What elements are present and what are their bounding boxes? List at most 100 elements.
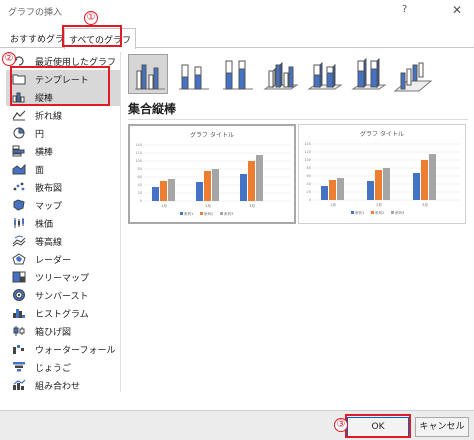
x-tick: 1月 [330,202,336,207]
map-chart-icon [13,199,25,211]
sidebar-item-label: 株価 [35,219,54,230]
sidebar-item-line[interactable]: 折れ線 [6,106,120,124]
subtype-percent-stacked-column[interactable] [216,54,256,94]
sidebar-item-label: 散布図 [35,183,63,194]
sidebar-item-label: 円 [35,129,45,140]
sidebar-item-scatter[interactable]: 散布図 [6,178,120,196]
bar-series2-jan [329,180,336,200]
sidebar-item-waterfall[interactable]: ウォーターフォール [6,340,120,358]
sidebar-item-radar[interactable]: レーダー [6,250,120,268]
y-tick: 40 [138,183,142,187]
sidebar-item-funnel[interactable]: じょうご [6,358,120,376]
callout-number-3: ③ [334,418,348,432]
y-tick: 120 [135,151,142,155]
preview-chart-svg: グラフ タイトル 140 120 100 80 60 40 20 0 1月 2月 [135,131,290,216]
sidebar-item-label: ヒストグラム [35,309,89,320]
sidebar-item-label: ウォーターフォール [35,345,116,356]
sidebar-item-label: 最近使用したグラフ [35,57,117,68]
sidebar-item-area[interactable]: 面 [6,160,120,178]
bar-series1-mar [413,173,420,200]
subtype-clustered-column[interactable] [128,54,168,94]
tab-bar: おすすめグラフ すべてのグラフ [0,26,474,49]
subtype-stacked-column[interactable] [172,54,212,94]
preview-title: グラフ タイトル [360,130,404,138]
tab-all-charts[interactable]: すべてのグラフ [64,28,137,49]
help-button[interactable]: ? [402,4,407,15]
sidebar-item-histogram[interactable]: ヒストグラム [6,304,120,322]
sidebar-item-label: マップ [35,201,63,212]
sidebar-item-treemap[interactable]: ツリーマップ [6,268,120,286]
3d-percent-stacked-column-icon [351,57,387,90]
bar-series2-mar [248,161,255,201]
y-tick: 100 [304,158,311,162]
subtype-3d-column[interactable] [392,54,433,94]
template-folder-icon [12,74,26,85]
y-tick: 0 [309,198,311,202]
sidebar-item-label: 等高線 [35,237,63,248]
bar-series3-jan [168,179,175,201]
bar-series1-jan [321,186,328,200]
line-chart-icon [12,110,26,121]
scatter-chart-icon [13,182,25,191]
subtype-3d-stacked-column[interactable] [304,54,344,94]
area-chart-icon [12,163,26,175]
callout-number-2: ② [2,52,16,66]
close-button[interactable]: ✕ [452,3,462,17]
sidebar-item-label: 箱ひげ図 [35,327,72,338]
ok-button[interactable]: OK [347,417,409,437]
dialog-footer: OK キャンセル [0,410,474,440]
y-tick: 100 [135,159,142,163]
sidebar-item-bar[interactable]: 横棒 [6,142,120,160]
x-tick: 2月 [205,203,211,208]
bar-series1-jan [152,187,159,201]
panel-divider [120,52,121,392]
bar-series3-mar [256,155,263,201]
sidebar-item-label: 縦棒 [35,93,54,104]
3d-stacked-column-icon [307,61,343,90]
stock-chart-icon [14,218,24,228]
legend-series3: 系列3 [395,210,404,215]
chart-preview-2[interactable]: グラフ タイトル 140 120 100 80 60 40 20 0 1月 2月 [298,124,466,224]
x-tick: 1月 [161,203,167,208]
subtype-3d-percent-stacked-column[interactable] [348,54,388,94]
sidebar-item-combo[interactable]: 組み合わせ [6,376,120,394]
sidebar-item-template[interactable]: テンプレート [6,70,120,88]
subtype-3d-clustered-column[interactable] [260,54,300,94]
funnel-icon [13,362,25,372]
sidebar-item-stock[interactable]: 株価 [6,214,120,232]
sidebar-item-map[interactable]: マップ [6,196,120,214]
legend-series3: 系列3 [224,211,233,216]
3d-column-icon [393,62,433,92]
sidebar-item-label: ツリーマップ [35,273,90,284]
sidebar-item-box-whisker[interactable]: 箱ひげ図 [6,322,120,340]
stacked-column-icon [179,64,209,90]
bar-series2-jan [160,181,167,201]
waterfall-icon [13,345,24,354]
sidebar-item-sunburst[interactable]: サンバースト [6,286,120,304]
chart-subtype-heading: 集合縦棒 [128,100,468,120]
cancel-button[interactable]: キャンセル [415,417,469,437]
x-tick: 3月 [422,202,428,207]
y-tick: 60 [307,174,311,178]
callout-number-1: ① [84,11,98,25]
sidebar-item-column[interactable]: 縦棒 [6,88,120,106]
bar-chart-icon [12,145,25,157]
y-tick: 80 [138,167,142,171]
sidebar-item-surface[interactable]: 等高線 [6,232,120,250]
bar-series3-feb [383,168,390,200]
combo-chart-icon [13,379,26,390]
y-tick: 20 [138,191,142,195]
y-tick: 60 [138,175,142,179]
preview-chart-svg: グラフ タイトル 140 120 100 80 60 40 20 0 1月 2月 [304,130,461,215]
bar-series1-feb [196,182,203,201]
x-tick: 3月 [249,203,255,208]
box-whisker-icon [13,326,25,336]
sidebar-item-pie[interactable]: 円 [6,124,120,142]
preview-title: グラフ タイトル [190,131,234,139]
sidebar-item-recent[interactable]: 最近使用したグラフ [6,52,120,70]
dialog-titlebar: グラフの挿入 ? ✕ [0,0,474,24]
chart-preview-1[interactable]: グラフ タイトル 140 120 100 80 60 40 20 0 1月 2月 [128,124,296,224]
y-tick: 140 [304,142,311,146]
treemap-icon [12,271,26,283]
percent-stacked-column-icon [223,60,253,90]
